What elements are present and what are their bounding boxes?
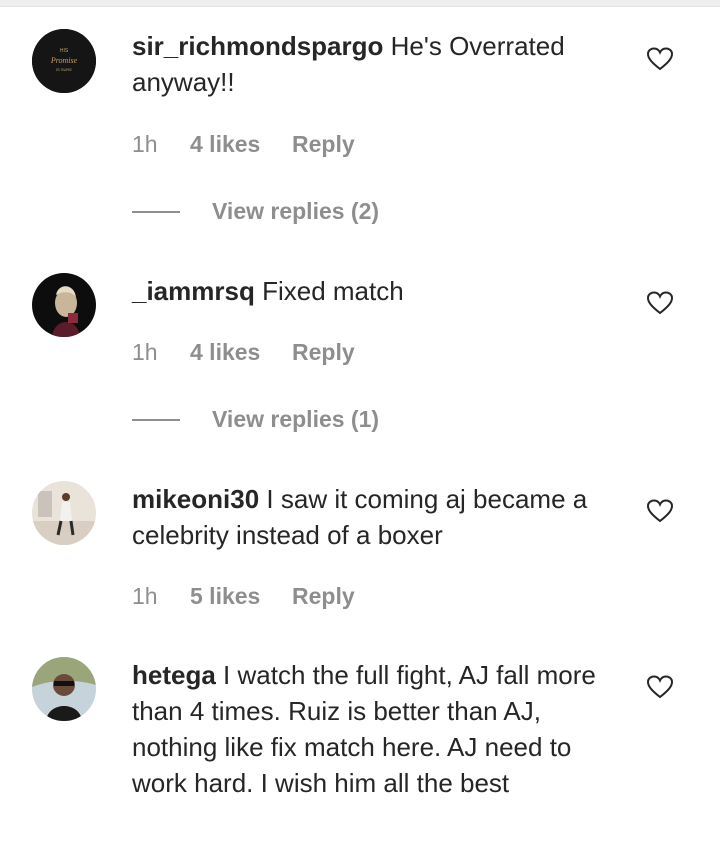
username[interactable]: _iammrsq bbox=[132, 276, 255, 306]
view-replies-button[interactable]: View replies (1) bbox=[132, 406, 379, 433]
comment-time: 1h bbox=[132, 583, 158, 609]
svg-text:Promise: Promise bbox=[50, 56, 78, 65]
likes-count[interactable]: 4 likes bbox=[190, 131, 292, 158]
reply-button[interactable]: Reply bbox=[292, 339, 355, 366]
reply-button[interactable]: Reply bbox=[292, 583, 355, 610]
heart-outline-icon[interactable] bbox=[647, 675, 673, 699]
svg-text:HIS: HIS bbox=[60, 48, 69, 54]
username[interactable]: sir_richmondspargo bbox=[132, 31, 383, 61]
likes-count[interactable]: 4 likes bbox=[190, 339, 292, 366]
username[interactable]: mikeoni30 bbox=[132, 484, 259, 514]
comment-meta: 1h 4 likes Reply bbox=[132, 339, 355, 366]
avatar[interactable]: HIS Promise IS SURE bbox=[32, 29, 96, 93]
heart-outline-icon[interactable] bbox=[647, 499, 673, 523]
comment-body: _iammrsq Fixed match bbox=[132, 273, 622, 309]
replies-divider bbox=[132, 210, 180, 213]
view-replies-button[interactable]: View replies (2) bbox=[132, 198, 379, 225]
heart-outline-icon[interactable] bbox=[647, 291, 673, 315]
comment-time: 1h bbox=[132, 339, 158, 365]
comment-body: hetega I watch the full fight, AJ fall m… bbox=[132, 657, 622, 801]
view-replies-label[interactable]: View replies (2) bbox=[212, 198, 379, 225]
replies-divider bbox=[132, 418, 180, 421]
view-replies-label[interactable]: View replies (1) bbox=[212, 406, 379, 433]
svg-text:IS SURE: IS SURE bbox=[56, 67, 72, 72]
reply-button[interactable]: Reply bbox=[292, 131, 355, 158]
avatar[interactable] bbox=[32, 481, 96, 545]
top-divider bbox=[0, 0, 720, 7]
comment-time: 1h bbox=[132, 131, 158, 157]
comment-meta: 1h 5 likes Reply bbox=[132, 583, 355, 610]
username[interactable]: hetega bbox=[132, 660, 216, 690]
comment-body: mikeoni30 I saw it coming aj became a ce… bbox=[132, 481, 622, 553]
heart-outline-icon[interactable] bbox=[647, 47, 673, 71]
comment-meta: 1h 4 likes Reply bbox=[132, 131, 355, 158]
avatar[interactable] bbox=[32, 657, 96, 721]
avatar[interactable] bbox=[32, 273, 96, 337]
comment-text: Fixed match bbox=[262, 276, 404, 306]
likes-count[interactable]: 5 likes bbox=[190, 583, 292, 610]
comment-body: sir_richmondspargo He's Overrated anyway… bbox=[132, 28, 622, 100]
